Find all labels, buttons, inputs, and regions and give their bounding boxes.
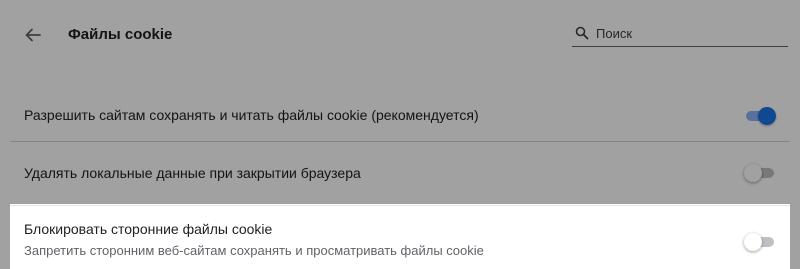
page-header: Файлы cookie	[0, 0, 800, 70]
toggle-knob	[744, 233, 762, 251]
search-box[interactable]	[572, 20, 788, 47]
setting-label: Блокировать сторонние файлы cookie	[24, 221, 273, 237]
page-title: Файлы cookie	[68, 26, 173, 43]
setting-allow-cookies[interactable]: Разрешить сайтам сохранять и читать файл…	[10, 91, 790, 140]
arrow-left-icon	[25, 28, 41, 42]
block-third-party-toggle[interactable]	[744, 233, 776, 251]
dim-overlay-right	[790, 204, 800, 269]
setting-description: Запретить сторонним веб-сайтам сохранять…	[24, 243, 484, 258]
dim-overlay-left	[0, 204, 10, 269]
search-icon	[575, 26, 589, 40]
search-input[interactable]	[596, 23, 784, 43]
setting-label: Удалять локальные данные при закрытии бр…	[24, 165, 361, 181]
toggle-knob	[758, 107, 776, 125]
allow-cookies-toggle[interactable]	[744, 107, 776, 125]
toggle-knob	[744, 164, 762, 182]
setting-label: Разрешить сайтам сохранять и читать файл…	[24, 107, 479, 123]
back-button[interactable]	[20, 22, 46, 48]
setting-clear-on-exit[interactable]: Удалять локальные данные при закрытии бр…	[10, 141, 790, 201]
clear-on-exit-toggle[interactable]	[744, 164, 776, 182]
cookie-settings-page: Файлы cookie Разрешить сайтам сохранять …	[0, 0, 800, 269]
setting-block-third-party[interactable]: Блокировать сторонние файлы cookie Запре…	[10, 205, 790, 269]
